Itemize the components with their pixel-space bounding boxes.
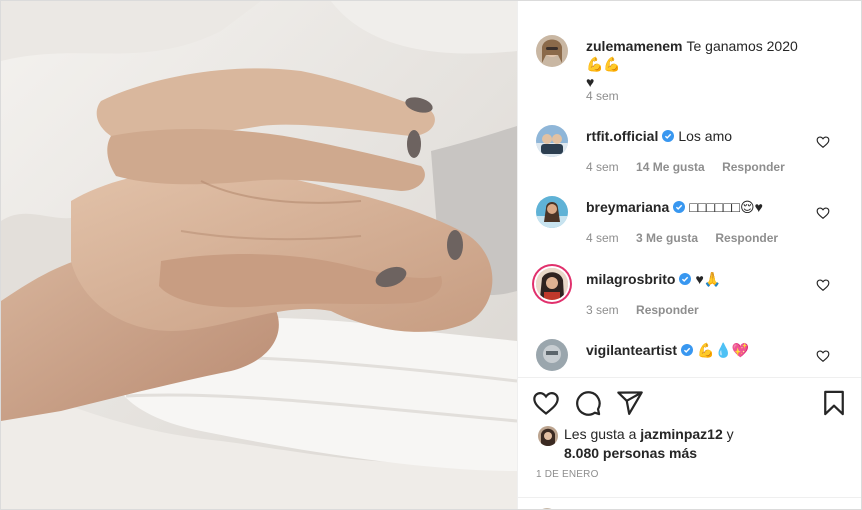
comment-username[interactable]: vigilanteartist	[586, 342, 677, 358]
add-comment-bar[interactable]	[518, 497, 861, 509]
avatar-jazminpaz12-icon	[538, 426, 558, 446]
avatar[interactable]	[536, 196, 568, 228]
avatar-vigilanteartist-icon	[536, 339, 568, 371]
likes-connector: y	[726, 426, 734, 442]
avatar[interactable]	[536, 339, 568, 371]
liked-by-user[interactable]: jazminpaz12	[640, 426, 722, 442]
comment-likes[interactable]: 14 Me gusta	[636, 160, 705, 174]
reply-button[interactable]: Responder	[636, 303, 699, 317]
paper-plane-icon[interactable]	[616, 389, 644, 417]
caption-meta: 4 sem	[586, 89, 633, 103]
heart-icon[interactable]	[816, 135, 830, 149]
comment-meta: 3 sem Responder	[586, 303, 713, 317]
avatar-rtfit-icon	[536, 125, 568, 157]
comment-username[interactable]: rtfit.official	[586, 128, 658, 144]
post-side-panel: zulemamenem Te ganamos 2020 💪💪 ♥ 4 sem r…	[517, 1, 861, 509]
avatar-milagrosbrito-icon	[536, 268, 568, 300]
verified-badge-icon	[681, 344, 694, 356]
post-photo[interactable]	[1, 1, 517, 509]
verified-badge-icon	[662, 130, 675, 142]
comment-text: breymariana □□□□□□😌♥	[586, 198, 816, 216]
avatar[interactable]	[538, 426, 558, 446]
caption-time[interactable]: 4 sem	[586, 89, 619, 103]
caption-text: zulemamenem Te ganamos 2020 💪💪 ♥	[586, 37, 816, 91]
comment-username[interactable]: breymariana	[586, 199, 669, 215]
bookmark-icon[interactable]	[820, 389, 848, 417]
reply-button[interactable]: Responder	[715, 231, 778, 245]
comment-text: vigilanteartist 💪💧💖	[586, 341, 816, 359]
heart-icon[interactable]	[816, 278, 830, 292]
avatar[interactable]	[536, 268, 568, 300]
heart-icon[interactable]	[532, 389, 560, 417]
heart-icon[interactable]	[816, 349, 830, 363]
post-modal: zulemamenem Te ganamos 2020 💪💪 ♥ 4 sem r…	[0, 0, 862, 510]
avatar[interactable]	[536, 125, 568, 157]
likes-count[interactable]: 8.080 personas más	[564, 445, 697, 461]
comment-likes[interactable]: 3 Me gusta	[636, 231, 698, 245]
heart-icon[interactable]	[816, 206, 830, 220]
post-date[interactable]: 1 DE ENERO	[536, 469, 599, 480]
avatar-breymariana-icon	[536, 196, 568, 228]
comment-body: Los amo	[678, 128, 733, 144]
comment-body: ♥🙏	[695, 271, 722, 287]
avatar[interactable]	[536, 35, 568, 67]
hands-photo-illustration	[1, 1, 517, 509]
comment-time[interactable]: 4 sem	[586, 160, 619, 174]
verified-badge-icon	[679, 273, 692, 285]
comment-body: 💪💧💖	[697, 342, 750, 358]
likes-prefix: Les gusta a	[564, 426, 637, 442]
post-actions	[518, 387, 861, 421]
verified-badge-icon	[673, 201, 686, 213]
comment-bubble-icon[interactable]	[574, 389, 602, 417]
comment-meta: 4 sem 14 Me gusta Responder	[586, 160, 799, 174]
comment-body: □□□□□□😌♥	[689, 199, 763, 215]
reply-button[interactable]: Responder	[722, 160, 785, 174]
avatar-zulemamenem-icon	[536, 35, 568, 67]
comment-meta: 4 sem 3 Me gusta Responder	[586, 231, 792, 245]
caption-body-line2: ♥	[586, 74, 595, 90]
comment-time[interactable]: 3 sem	[586, 303, 619, 317]
comments-list[interactable]: zulemamenem Te ganamos 2020 💪💪 ♥ 4 sem r…	[518, 1, 861, 378]
comment-username[interactable]: milagrosbrito	[586, 271, 675, 287]
caption-username[interactable]: zulemamenem	[586, 38, 682, 54]
comment-text: milagrosbrito ♥🙏	[586, 270, 816, 288]
comment-text: rtfit.official Los amo	[586, 127, 816, 145]
likes-text: Les gusta a jazminpaz12 y 8.080 personas…	[564, 425, 824, 463]
comment-time[interactable]: 4 sem	[586, 231, 619, 245]
